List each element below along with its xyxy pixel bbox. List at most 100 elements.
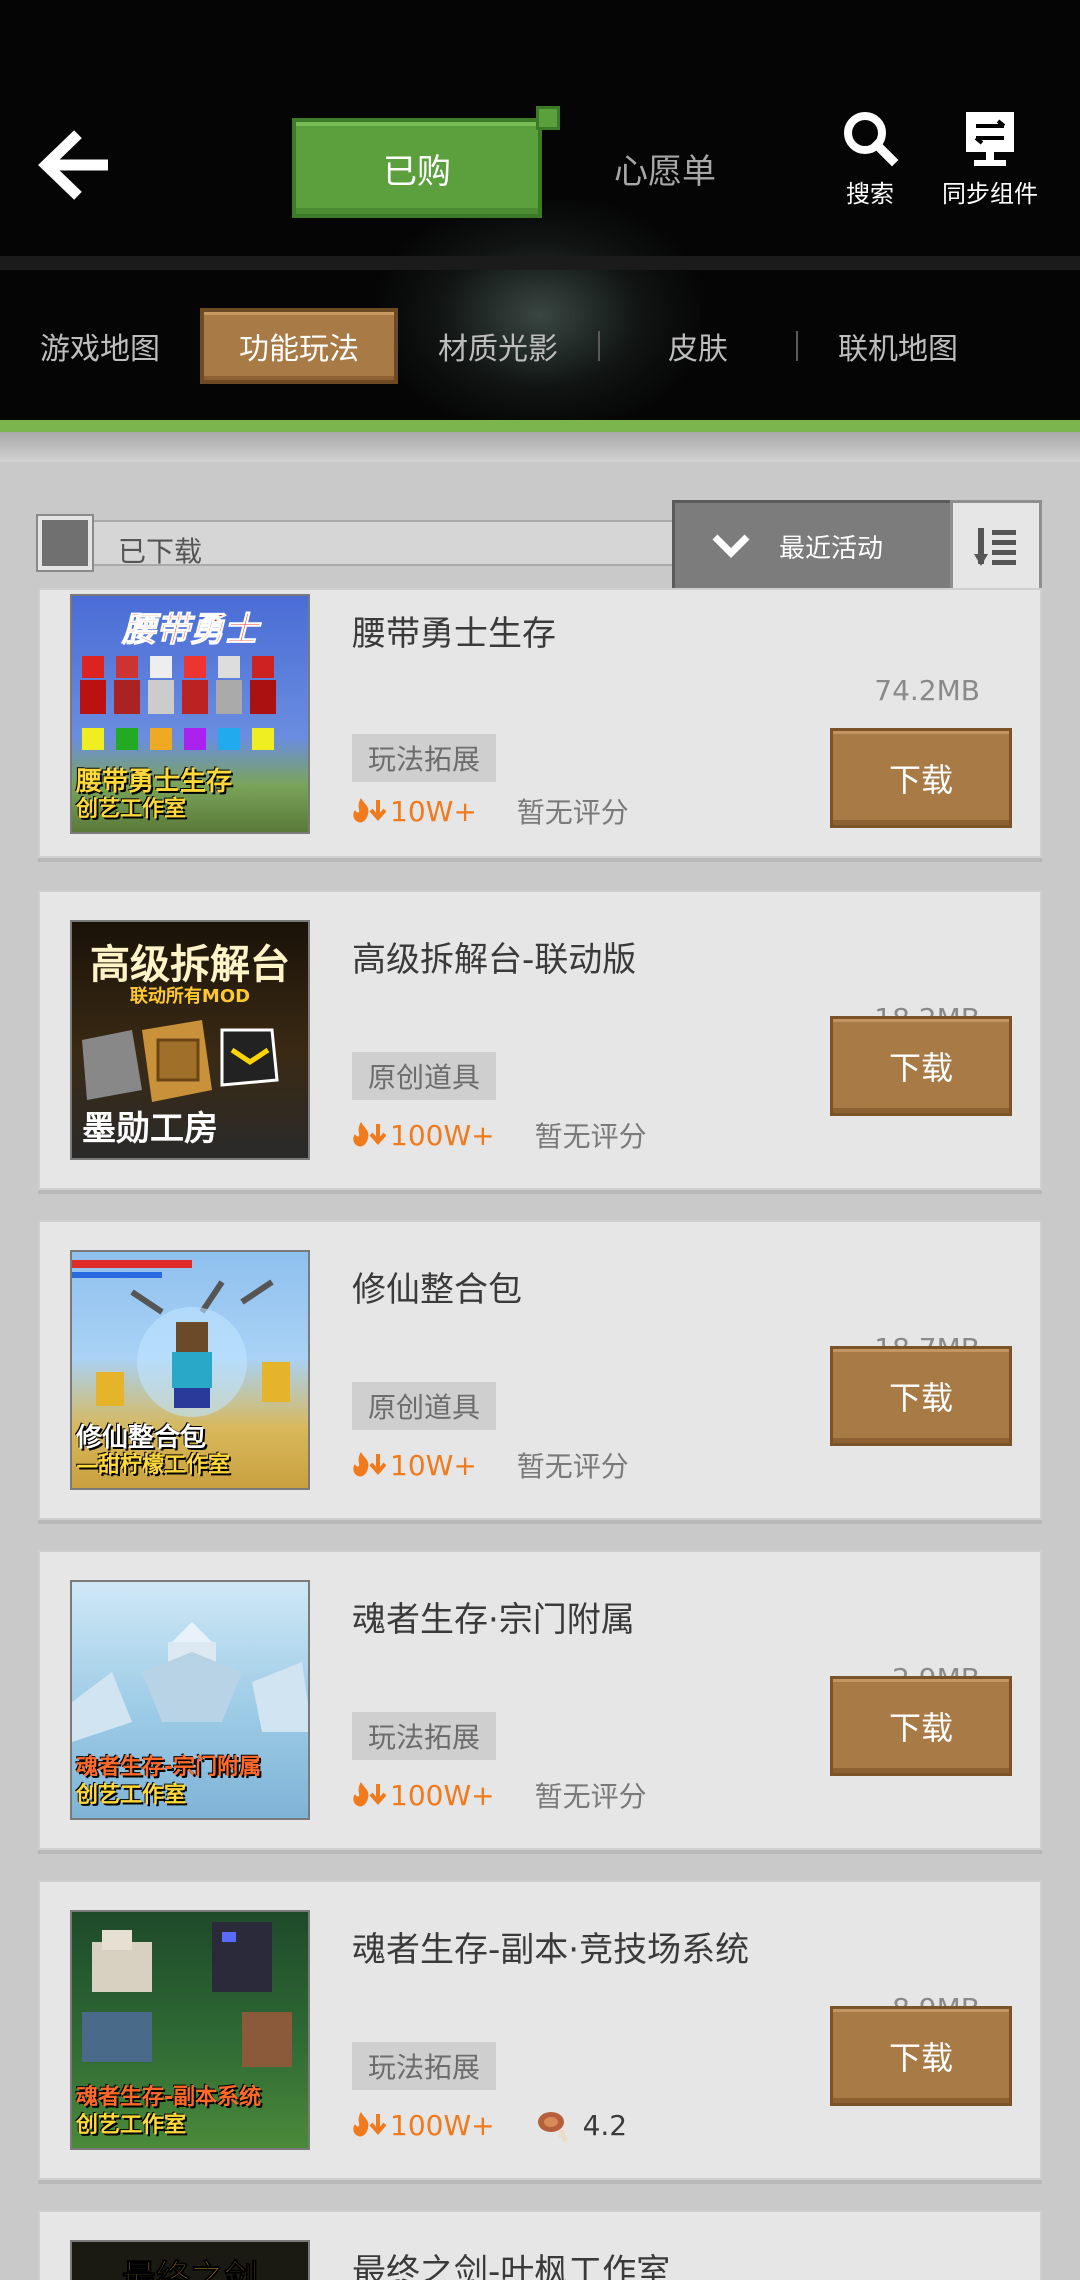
downloaded-label: 已下载	[118, 535, 203, 568]
download-button-label: 下载	[888, 1049, 953, 1087]
item-stats: 10W+ 暂无评分	[352, 790, 629, 832]
item-rating: 暂无评分	[534, 1780, 647, 1813]
fire-download-icon	[353, 2112, 386, 2137]
item-title: 魂者生存·宗门附属	[352, 1600, 635, 1640]
item-tag: 原创道具	[352, 1052, 497, 1100]
top-header: 已购 心愿单 搜索 同步组件 游戏地图 功能玩法 材质光影 皮肤 联机地图	[0, 0, 1080, 440]
category-tab-gameplay[interactable]: 功能玩法	[200, 308, 398, 384]
sort-order-button[interactable]	[950, 500, 1042, 592]
download-count: 100W+	[390, 1118, 495, 1152]
category-tabs: 游戏地图 功能玩法 材质光影 皮肤 联机地图	[0, 296, 1080, 396]
item-rating: 暂无评分	[516, 796, 629, 829]
download-count: 100W+	[390, 1778, 495, 1812]
thumbnail-title: 腰带勇士	[122, 610, 259, 651]
fire-download-icon	[353, 1122, 386, 1147]
category-label: 材质光影	[438, 332, 558, 367]
item-stats: 10W+ 暂无评分	[352, 1444, 629, 1486]
list-item[interactable]: 魂者生存-副本系统 创艺工作室 魂者生存-副本·竞技场系统 8.9MB 玩法拓展…	[38, 1880, 1042, 2180]
item-thumbnail: 魂者生存-宗门附属 创艺工作室	[70, 1580, 310, 1820]
thumbnail-caption: 腰带勇士生存 创艺工作室	[72, 768, 308, 824]
download-button[interactable]: 下载	[830, 2006, 1012, 2106]
sort-order-icon	[974, 528, 1016, 566]
thumbnail-caption-line-2: 创艺工作室	[76, 797, 187, 822]
item-stats: 100W+ 暂无评分	[352, 1774, 647, 1816]
tab-purchased[interactable]: 已购	[292, 106, 560, 218]
download-count: 10W+	[390, 794, 477, 828]
category-label: 游戏地图	[40, 332, 160, 367]
filter-bar: 已下载 最近活动	[36, 500, 1042, 592]
download-count: 10W+	[390, 1448, 477, 1482]
download-button[interactable]: 下载	[830, 1346, 1012, 1446]
crafting-blocks-image	[82, 1020, 279, 1102]
thumbnail-subtitle: 联动所有MOD	[129, 986, 251, 1007]
item-size: 74.2MB	[874, 674, 980, 707]
search-label: 搜索	[846, 180, 894, 208]
list-item[interactable]: 最终之剑 最终之剑-叶枫工作室	[38, 2210, 1042, 2280]
download-button-label: 下载	[888, 761, 953, 799]
item-stats: 100W+ 4.2	[352, 2104, 627, 2146]
category-tab-textures[interactable]: 材质光影	[398, 308, 598, 384]
sort-dropdown-label: 最近活动	[779, 533, 884, 564]
item-tag: 玩法拓展	[352, 734, 497, 782]
item-title: 最终之剑-叶枫工作室	[352, 2252, 671, 2280]
list-item[interactable]: 腰带勇士 腰带勇士生存 创艺工作室 腰带勇士生存 74.2MB 玩法拓展 10W…	[38, 588, 1042, 858]
item-rating: 暂无评分	[516, 1450, 629, 1483]
item-thumbnail: 高级拆解台 联动所有MOD 墨勋工房	[70, 920, 310, 1160]
item-thumbnail: 最终之剑	[70, 2240, 310, 2280]
category-label: 皮肤	[668, 332, 728, 367]
item-thumbnail: 腰带勇士 腰带勇士生存 创艺工作室	[70, 594, 310, 834]
meat-rating-icon	[537, 2112, 568, 2142]
thumbnail-caption: 魂者生存-副本系统 创艺工作室	[72, 2084, 308, 2140]
list-item[interactable]: 高级拆解台 联动所有MOD 墨勋工房 高级拆解台-联动版 18.2MB 原创道具…	[38, 890, 1042, 1190]
item-stats: 100W+ 暂无评分	[352, 1114, 647, 1156]
search-button[interactable]: 搜索	[805, 108, 935, 218]
category-tab-multiplayer-maps[interactable]: 联机地图	[798, 308, 998, 384]
thumbnail-caption-line-1: 魂者生存-宗门附属	[76, 1755, 262, 1780]
item-rating: 4.2	[535, 2108, 627, 2142]
header-green-line	[0, 420, 1080, 432]
fire-download-icon	[353, 798, 386, 823]
thumbnail-title: 最终之剑	[122, 2258, 259, 2280]
arrow-left-icon	[38, 130, 108, 200]
back-button[interactable]	[36, 130, 116, 200]
list-item[interactable]: 修仙整合包 —甜柠檬工作室 修仙整合包 18.7MB 原创道具 10W+ 暂无评…	[38, 1220, 1042, 1520]
thumbnail-caption-line-1: 修仙整合包	[76, 1423, 207, 1453]
thumbnail-caption-line-1: 腰带勇士生存	[76, 767, 233, 797]
download-button[interactable]: 下载	[830, 728, 1012, 828]
list-item[interactable]: 魂者生存-宗门附属 创艺工作室 魂者生存·宗门附属 2.9MB 玩法拓展 100…	[38, 1550, 1042, 1850]
item-title: 高级拆解台-联动版	[352, 940, 637, 980]
creatures-image	[82, 1922, 292, 2067]
category-label: 功能玩法	[239, 332, 359, 367]
character-figures-image	[80, 656, 276, 750]
category-label: 联机地图	[838, 332, 958, 367]
tab-wishlist[interactable]: 心愿单	[590, 118, 740, 218]
header-divider	[0, 256, 1080, 270]
downloaded-checkbox[interactable]	[36, 514, 94, 572]
header-shadow	[0, 432, 1080, 462]
fire-download-icon	[353, 1452, 386, 1477]
download-button[interactable]: 下载	[830, 1676, 1012, 1776]
sync-component-button[interactable]: 同步组件	[925, 108, 1055, 218]
download-button[interactable]: 下载	[830, 1016, 1012, 1116]
item-tag: 玩法拓展	[352, 1712, 497, 1760]
item-title: 修仙整合包	[352, 1270, 522, 1310]
tab-corner-decoration	[536, 106, 560, 130]
tab-wishlist-label: 心愿单	[614, 151, 716, 192]
item-tag: 玩法拓展	[352, 2042, 497, 2090]
category-tab-game-maps[interactable]: 游戏地图	[0, 308, 200, 384]
download-button-label: 下载	[888, 2039, 953, 2077]
tab-purchased-label: 已购	[383, 151, 451, 192]
fire-download-icon	[353, 1782, 386, 1807]
sync-component-icon	[966, 112, 1014, 166]
thumbnail-studio-name: 墨勋工房	[82, 1109, 218, 1149]
sort-dropdown[interactable]: 最近活动	[672, 500, 958, 592]
thumbnail-caption-line-2: 创艺工作室	[76, 1783, 187, 1808]
item-thumbnail: 修仙整合包 —甜柠檬工作室	[70, 1250, 310, 1490]
thumbnail-caption-line-2: 创艺工作室	[76, 2113, 187, 2138]
category-tab-skins[interactable]: 皮肤	[600, 308, 796, 384]
item-title: 魂者生存-副本·竞技场系统	[352, 1930, 750, 1970]
sync-component-label: 同步组件	[942, 180, 1038, 208]
item-thumbnail: 魂者生存-副本系统 创艺工作室	[70, 1910, 310, 2150]
chevron-down-icon	[712, 534, 750, 558]
thumbnail-caption-line-1: 魂者生存-副本系统	[76, 2085, 262, 2110]
